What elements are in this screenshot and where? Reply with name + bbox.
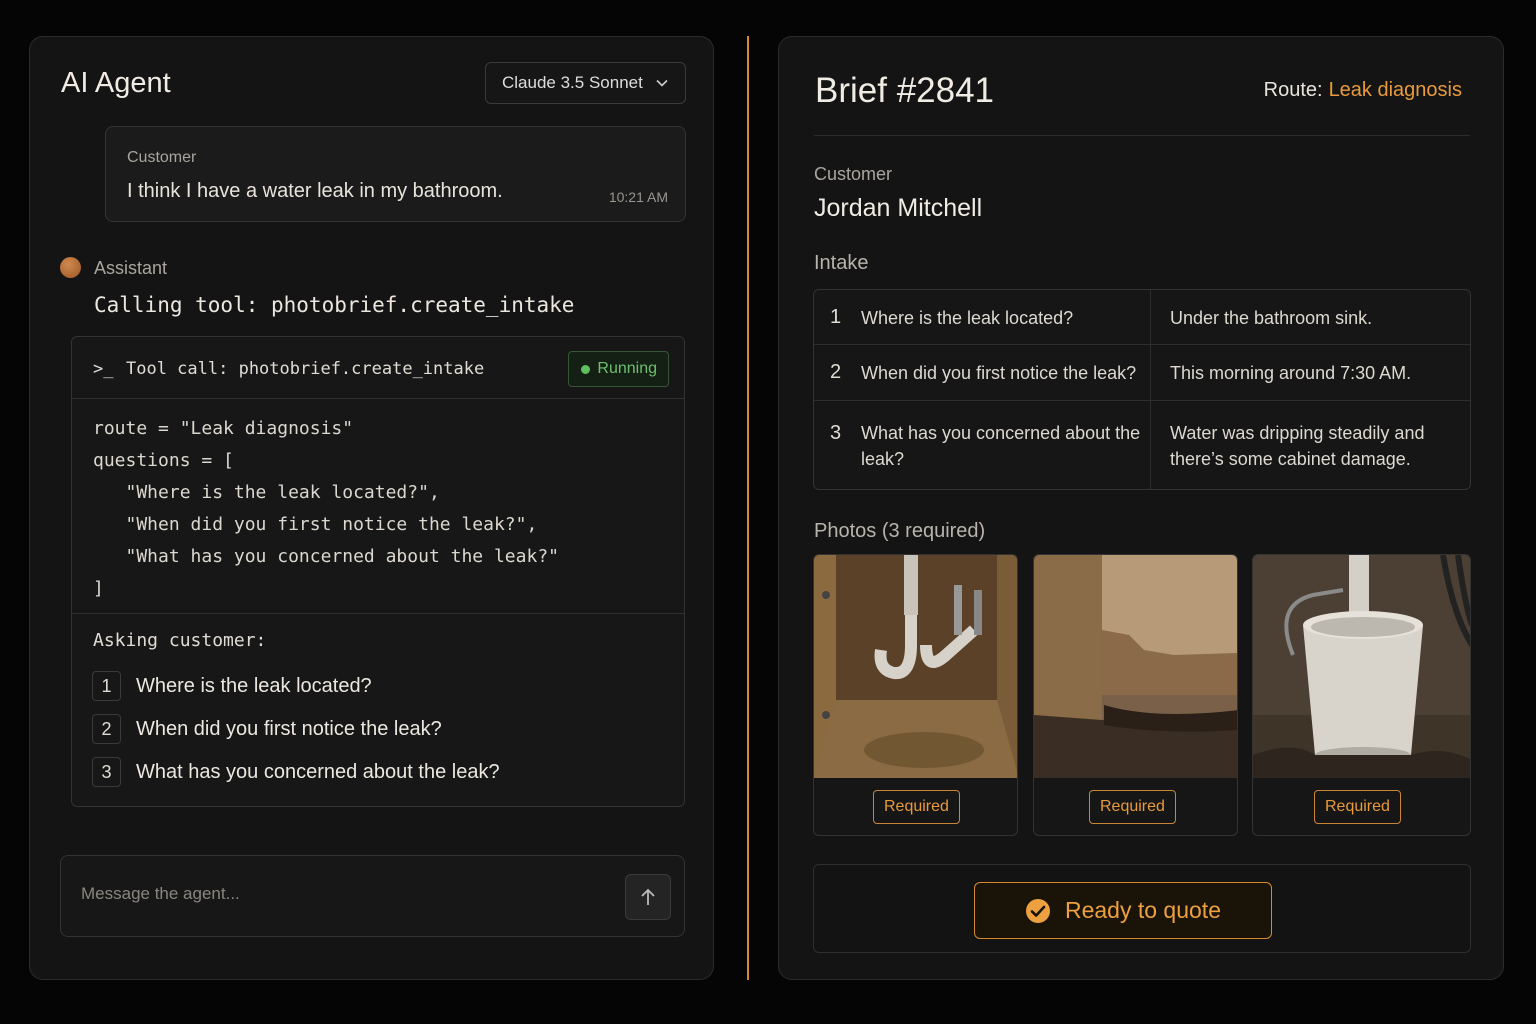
brief-panel: Brief #2841 Route: Leak diagnosis Custome… xyxy=(778,36,1504,980)
assistant-avatar xyxy=(60,257,81,278)
assistant-role: Assistant xyxy=(94,258,168,278)
message-composer xyxy=(60,855,685,937)
cabinet-damage-photo xyxy=(1034,555,1237,778)
terminal-icon: >_ xyxy=(93,359,114,379)
required-badge: Required xyxy=(1314,790,1401,824)
check-circle-icon xyxy=(1025,898,1050,923)
code-line: questions = [ xyxy=(93,450,234,471)
code-line: ] xyxy=(93,578,104,599)
route-value: Leak diagnosis xyxy=(1328,79,1462,101)
table-row: 1 Where is the leak located? Under the b… xyxy=(814,290,1470,345)
customer-message: Customer I think I have a water leak in … xyxy=(105,126,686,222)
code-line: "What has you concerned about the leak?" xyxy=(93,546,560,567)
intake-table: 1 Where is the leak located? Under the b… xyxy=(813,289,1471,490)
brief-title: Brief #2841 xyxy=(815,71,995,110)
code-line: "When did you first notice the leak?", xyxy=(93,514,538,535)
question-item: 2 When did you first notice the leak? xyxy=(92,714,442,744)
row-question: What has you concerned about the leak? xyxy=(861,423,1141,469)
photos-heading: Photos (3 required) xyxy=(814,520,986,542)
table-row: 2 When did you first notice the leak? Th… xyxy=(814,345,1470,401)
message-timestamp: 10:21 AM xyxy=(608,189,668,205)
chevron-down-icon xyxy=(656,79,668,87)
question-item: 1 Where is the leak located? xyxy=(92,671,372,701)
tool-calling-text: Calling tool: photobrief.create_intake xyxy=(94,293,575,317)
model-select[interactable]: Claude 3.5 Sonnet xyxy=(485,62,686,104)
status-text: Running xyxy=(597,360,657,377)
photo-card[interactable]: Required xyxy=(1252,554,1471,836)
model-select-label: Claude 3.5 Sonnet xyxy=(502,73,643,92)
required-badge: Required xyxy=(873,790,960,824)
code-line: route = "Leak diagnosis" xyxy=(93,418,354,439)
intake-heading: Intake xyxy=(814,252,869,274)
question-number: 2 xyxy=(92,714,121,744)
panel-divider xyxy=(747,36,749,980)
header-divider xyxy=(814,135,1470,136)
status-dot-icon xyxy=(581,364,591,374)
route-info: Route: Leak diagnosis xyxy=(1264,79,1462,102)
question-item: 3 What has you concerned about the leak? xyxy=(92,757,500,787)
row-answer: This morning around 7:30 AM. xyxy=(1170,363,1412,383)
agent-title: AI Agent xyxy=(61,67,171,99)
question-number: 3 xyxy=(92,757,121,787)
message-text: I think I have a water leak in my bathro… xyxy=(127,180,503,202)
bucket-under-pipe-photo xyxy=(1253,555,1470,778)
customer-label: Customer xyxy=(814,164,893,184)
question-text: When did you first notice the leak? xyxy=(136,717,442,740)
photo-card[interactable]: Required xyxy=(1033,554,1238,836)
send-button[interactable] xyxy=(625,874,671,920)
tool-call-card: >_ Tool call: photobrief.create_intake R… xyxy=(71,336,685,807)
under-sink-pipes-photo xyxy=(814,555,1017,778)
table-row: 3 What has you concerned about the leak?… xyxy=(814,401,1470,489)
question-text: What has you concerned about the leak? xyxy=(136,760,500,783)
row-number: 1 xyxy=(830,306,842,328)
arrow-up-icon xyxy=(641,888,655,905)
ready-section: Ready to quote xyxy=(813,864,1471,953)
asking-label: Asking customer: xyxy=(93,630,267,651)
tool-call-label: Tool call: photobrief.create_intake xyxy=(126,359,485,379)
message-role: Customer xyxy=(127,149,197,166)
row-number: 2 xyxy=(830,361,842,383)
row-answer: Under the bathroom sink. xyxy=(1170,308,1373,328)
question-number: 1 xyxy=(92,671,121,701)
customer-name: Jordan Mitchell xyxy=(814,194,983,222)
agent-panel: AI Agent Claude 3.5 Sonnet Customer I th… xyxy=(29,36,714,980)
ready-to-quote-label: Ready to quote xyxy=(1064,897,1221,923)
route-label: Route: xyxy=(1263,79,1323,101)
message-input[interactable] xyxy=(81,884,581,904)
row-answer: Water was dripping steadily and there’s … xyxy=(1170,423,1425,469)
row-question: When did you first notice the leak? xyxy=(861,363,1137,383)
question-text: Where is the leak located? xyxy=(136,674,372,697)
tool-call-header: >_ Tool call: photobrief.create_intake R… xyxy=(72,337,684,399)
photo-card[interactable]: Required xyxy=(813,554,1018,836)
required-badge: Required xyxy=(1089,790,1176,824)
status-badge: Running xyxy=(568,351,669,387)
row-question: Where is the leak located? xyxy=(861,308,1074,328)
row-number: 3 xyxy=(830,422,842,444)
code-line: "Where is the leak located?", xyxy=(93,482,440,503)
code-block: route = "Leak diagnosis" questions = [ "… xyxy=(72,399,684,614)
ready-to-quote-button[interactable]: Ready to quote xyxy=(974,882,1272,939)
